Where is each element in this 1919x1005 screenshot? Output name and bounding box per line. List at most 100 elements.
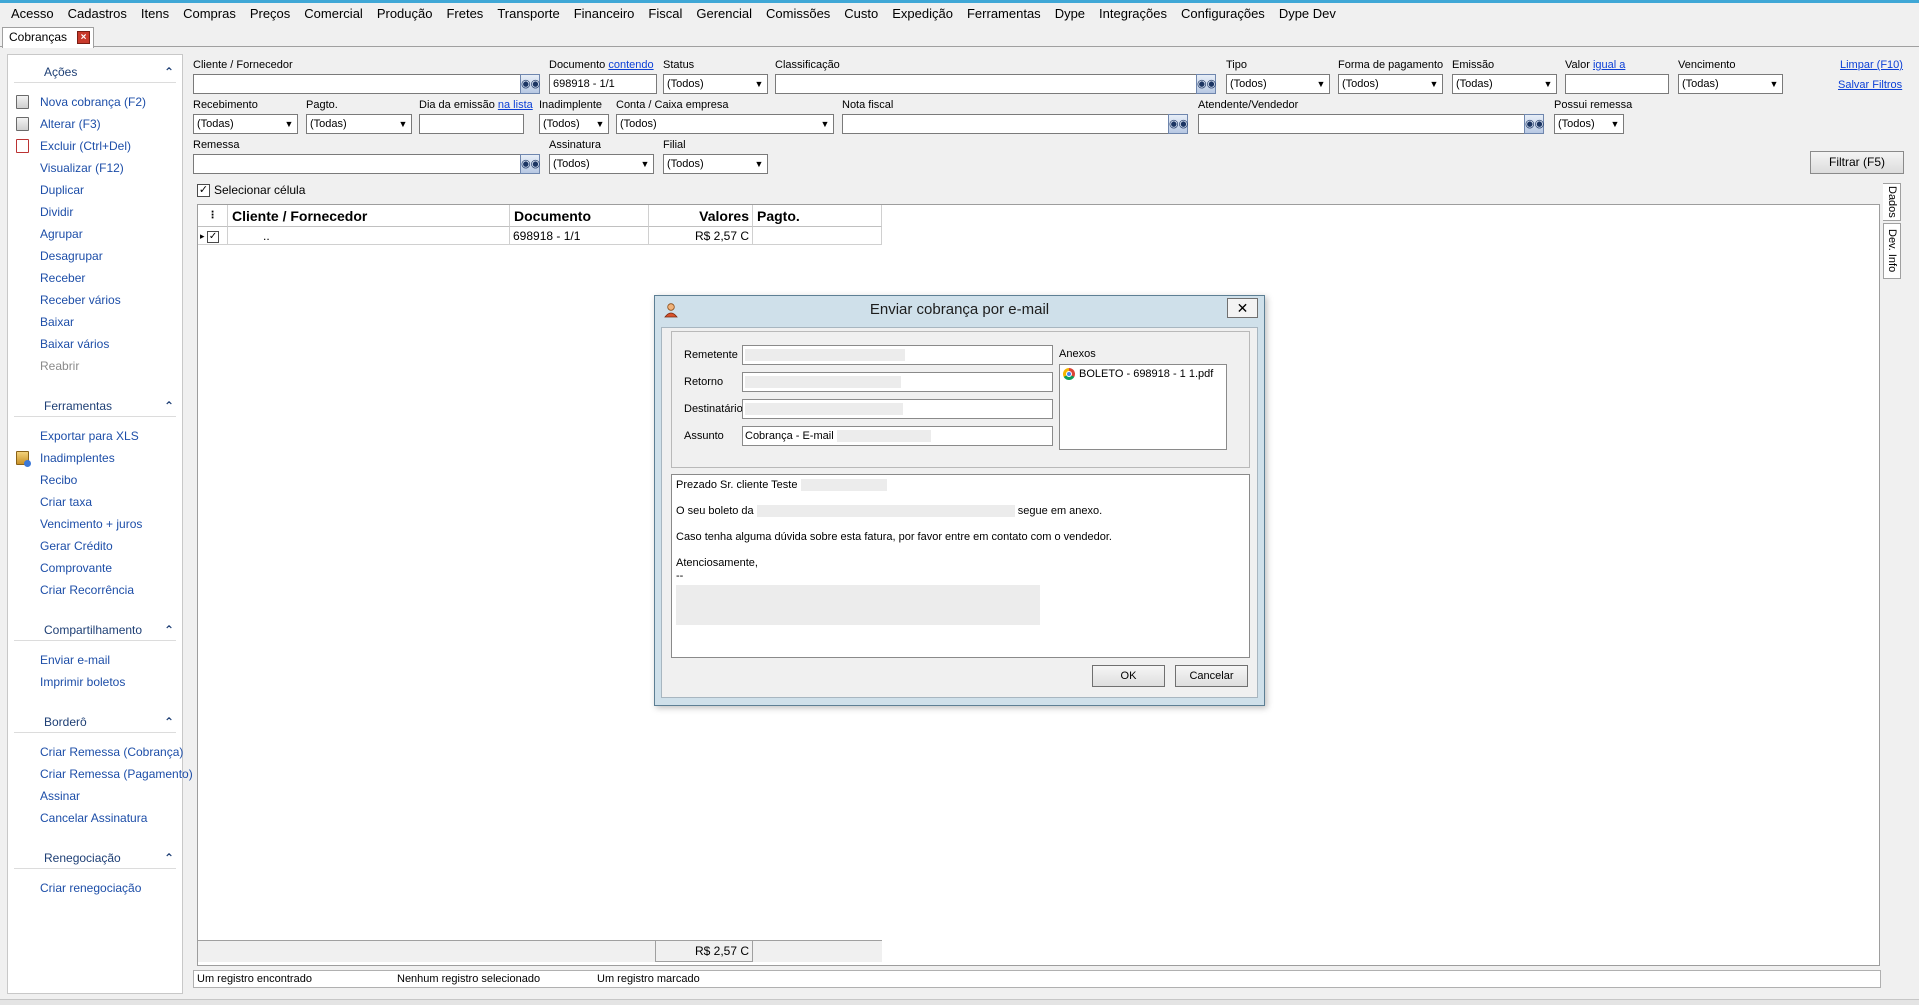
sidebar-item-comprovante[interactable]: Comprovante [8, 557, 182, 579]
menu-item-ferramentas[interactable]: Ferramentas [960, 3, 1048, 25]
emissao-select[interactable]: (Todas) ▼ [1452, 74, 1557, 94]
nota-fiscal-search-binoculars-icon[interactable]: ◉◉ [1168, 114, 1188, 134]
filtrar-button[interactable]: Filtrar (F5) [1810, 151, 1904, 174]
column-header-cliente[interactable]: Cliente / Fornecedor [228, 205, 510, 227]
salvar-filtros-link[interactable]: Salvar Filtros [1838, 79, 1902, 91]
remessa-search-binoculars-icon[interactable]: ◉◉ [520, 154, 540, 174]
sidebar-item-agrupar[interactable]: Agrupar [8, 223, 182, 245]
sidebar-item-dividir[interactable]: Dividir [8, 201, 182, 223]
sidebar-item-baixar-varios[interactable]: Baixar vários [8, 333, 182, 355]
side-tab-dados[interactable]: Dados [1883, 183, 1901, 221]
atendente-search-binoculars-icon[interactable]: ◉◉ [1524, 114, 1544, 134]
cancel-button[interactable]: Cancelar [1175, 665, 1248, 687]
sidebar-item-inadimplentes[interactable]: Inadimplentes [8, 447, 182, 469]
sidebar-item-criar-renegociacao[interactable]: Criar renegociação [8, 877, 182, 899]
sidebar-item-baixar[interactable]: Baixar [8, 311, 182, 333]
sidebar-section-ferramentas[interactable]: Ferramentas ⌃ [14, 395, 176, 417]
tipo-select[interactable]: (Todos) ▼ [1226, 74, 1330, 94]
remetente-field[interactable] [742, 345, 1053, 365]
sidebar-section-renegociacao[interactable]: Renegociação ⌃ [14, 847, 176, 869]
documento-input[interactable]: 698918 - 1/1 [549, 74, 657, 94]
menu-item-cadastros[interactable]: Cadastros [61, 3, 134, 25]
table-row-pagto[interactable] [753, 227, 882, 245]
menu-item-producao[interactable]: Produção [370, 3, 440, 25]
menu-item-itens[interactable]: Itens [134, 3, 176, 25]
sidebar-item-criar-remessa-pagamento[interactable]: Criar Remessa (Pagamento) [8, 763, 193, 785]
valor-input[interactable] [1565, 74, 1669, 94]
row-checkbox[interactable]: ✓ [207, 231, 220, 243]
valor-igual-a-link[interactable]: igual a [1593, 59, 1625, 71]
sidebar-item-recibo[interactable]: Recibo [8, 469, 182, 491]
menu-item-fiscal[interactable]: Fiscal [641, 3, 689, 25]
chevron-up-icon[interactable]: ⌃ [164, 847, 174, 869]
dia-emissao-input[interactable] [419, 114, 524, 134]
close-tab-icon[interactable]: × [77, 31, 91, 44]
conta-select[interactable]: (Todos) ▼ [616, 114, 834, 134]
menu-item-custo[interactable]: Custo [837, 3, 885, 25]
filial-select[interactable]: (Todos) ▼ [663, 154, 768, 174]
row-selector-header[interactable]: ⋮ [198, 205, 228, 227]
menu-item-integracoes[interactable]: Integrações [1092, 3, 1174, 25]
sidebar-item-criar-taxa[interactable]: Criar taxa [8, 491, 182, 513]
chevron-up-icon[interactable]: ⌃ [164, 711, 174, 733]
message-body-editor[interactable]: Prezado Sr. cliente Teste O seu boleto d… [671, 474, 1250, 658]
forma-pagamento-select[interactable]: (Todos) ▼ [1338, 74, 1443, 94]
status-select[interactable]: (Todos) ▼ [663, 74, 768, 94]
sidebar-item-exportar-para-xls[interactable]: Exportar para XLS [8, 425, 182, 447]
sidebar-item-desagrupar[interactable]: Desagrupar [8, 245, 182, 267]
sidebar-item-receber-varios[interactable]: Receber vários [8, 289, 182, 311]
menu-item-fretes[interactable]: Fretes [439, 3, 490, 25]
menu-item-financeiro[interactable]: Financeiro [567, 3, 642, 25]
column-header-documento[interactable]: Documento [510, 205, 649, 227]
vencimento-select[interactable]: (Todas) ▼ [1678, 74, 1783, 94]
chevron-up-icon[interactable]: ⌃ [164, 395, 174, 417]
menu-item-compras[interactable]: Compras [176, 3, 243, 25]
sidebar-item-enviar-e-mail[interactable]: Enviar e-mail [8, 649, 182, 671]
possui-remessa-select[interactable]: (Todos) ▼ [1554, 114, 1624, 134]
table-row-documento[interactable]: 698918 - 1/1 [510, 227, 649, 245]
column-header-pagto[interactable]: Pagto. [753, 205, 882, 227]
anexos-list[interactable]: BOLETO - 698918 - 1 1.pdf [1059, 364, 1227, 450]
menu-item-acesso[interactable]: Acesso [4, 3, 61, 25]
table-row-valores[interactable]: R$ 2,57 C [649, 227, 753, 245]
chevron-up-icon[interactable]: ⌃ [164, 61, 174, 83]
sidebar-item-cancelar-assinatura[interactable]: Cancelar Assinatura [8, 807, 182, 829]
chevron-up-icon[interactable]: ⌃ [164, 619, 174, 641]
retorno-field[interactable] [742, 372, 1053, 392]
attachment-item[interactable]: BOLETO - 698918 - 1 1.pdf [1063, 368, 1213, 380]
tab-cobrancas[interactable]: Cobranças × [2, 27, 95, 48]
selecionar-celula-checkbox[interactable]: ✓ Selecionar célula [197, 183, 305, 197]
side-tab-dev-info[interactable]: Dev. Info [1883, 223, 1901, 279]
sidebar-section-acoes[interactable]: Ações ⌃ [14, 61, 176, 83]
sidebar-item-criar-recorrencia[interactable]: Criar Recorrência [8, 579, 182, 601]
sidebar-item-alterar-f3[interactable]: Alterar (F3) [8, 113, 182, 135]
sidebar-item-vencimento-juros[interactable]: Vencimento + juros [8, 513, 182, 535]
table-row-cliente[interactable]: .. [228, 227, 510, 245]
sidebar-item-duplicar[interactable]: Duplicar [8, 179, 182, 201]
recebimento-select[interactable]: (Todas) ▼ [193, 114, 298, 134]
menu-item-comercial[interactable]: Comercial [297, 3, 370, 25]
menu-item-comissoes[interactable]: Comissões [759, 3, 837, 25]
remessa-input[interactable] [193, 154, 523, 174]
cliente-input[interactable] [193, 74, 523, 94]
documento-contendo-link[interactable]: contendo [608, 59, 653, 71]
menu-item-gerencial[interactable]: Gerencial [689, 3, 759, 25]
sidebar-item-criar-remessa-cobranca[interactable]: Criar Remessa (Cobrança) [8, 741, 183, 763]
nota-fiscal-input[interactable] [842, 114, 1172, 134]
menu-item-expedicao[interactable]: Expedição [885, 3, 960, 25]
menu-item-dype-dev[interactable]: Dype Dev [1272, 3, 1343, 25]
limpar-link[interactable]: Limpar (F10) [1840, 59, 1903, 71]
sidebar-section-compartilhamento[interactable]: Compartilhamento ⌃ [14, 619, 176, 641]
atendente-input[interactable] [1198, 114, 1528, 134]
inadimplente-select[interactable]: (Todos) ▼ [539, 114, 609, 134]
column-header-valores[interactable]: Valores [649, 205, 753, 227]
sidebar-item-assinar[interactable]: Assinar [8, 785, 182, 807]
ok-button[interactable]: OK [1092, 665, 1165, 687]
menu-item-precos[interactable]: Preços [243, 3, 297, 25]
sidebar-item-imprimir-boletos[interactable]: Imprimir boletos [8, 671, 182, 693]
sidebar-item-visualizar-f12[interactable]: Visualizar (F12) [8, 157, 182, 179]
assinatura-select[interactable]: (Todos) ▼ [549, 154, 654, 174]
menu-item-configuracoes[interactable]: Configurações [1174, 3, 1272, 25]
assunto-field[interactable]: Cobrança - E-mail [742, 426, 1053, 446]
sidebar-item-reabrir[interactable]: Reabrir [8, 355, 182, 377]
